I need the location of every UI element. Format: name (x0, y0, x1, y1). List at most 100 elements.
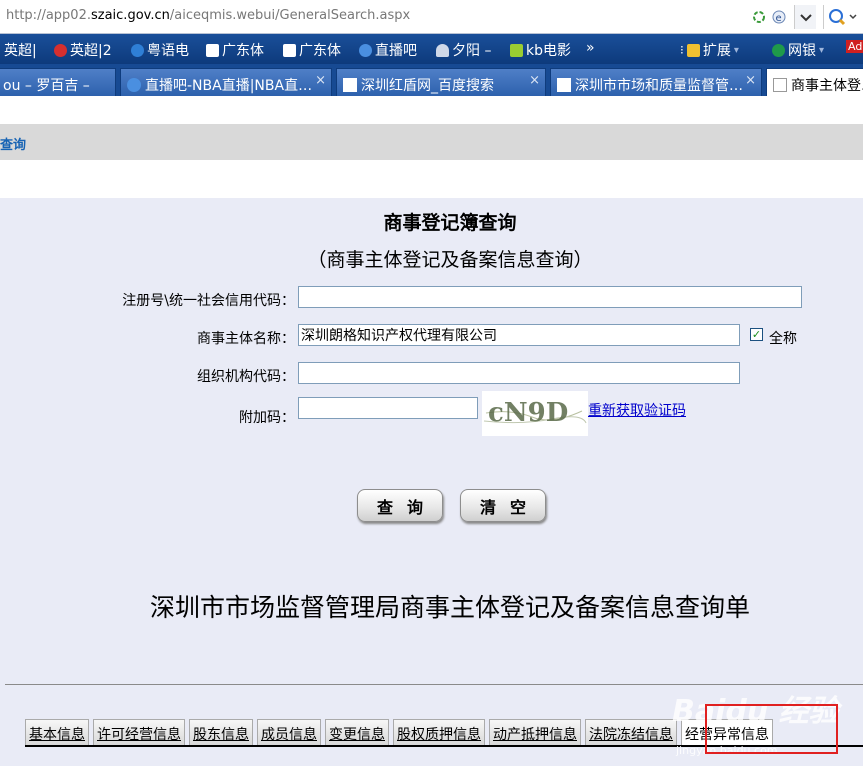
bookmark-5[interactable]: 广东体 (283, 40, 341, 60)
tab-label: 深圳红盾网_百度搜索 (361, 77, 494, 94)
bookmark-label: 夕阳 – (452, 43, 492, 59)
tab-5-active[interactable]: 商事主体登… (766, 68, 863, 96)
tab-label: 直播吧-NBA直播|NBA直… (145, 77, 313, 94)
tab-equity-pledge-info[interactable]: 股权质押信息 (393, 719, 485, 745)
tab-member-info[interactable]: 成员信息 (257, 719, 321, 745)
address-bar[interactable]: http://app02.szaic.gov.cn/aiceqmis.webui… (0, 0, 863, 34)
chevron-down-icon (800, 14, 812, 22)
film-icon (510, 43, 523, 57)
bookmark-label: 粤语电 (147, 43, 189, 59)
fullname-label: 全称 (769, 331, 797, 347)
bookmark-label: 直播吧 (375, 43, 417, 59)
tab-label: 深圳市市场和质量监督管… (575, 77, 743, 94)
url-text[interactable]: http://app02.szaic.gov.cn/aiceqmis.webui… (6, 8, 410, 23)
fullname-checkbox[interactable]: ✓ (750, 328, 763, 341)
extension-icon (686, 43, 700, 57)
url-prefix: http://app02. (6, 8, 91, 23)
caret-down-icon: ▾ (733, 44, 739, 56)
bookmark-label: 英超| (4, 43, 37, 59)
report-title: 深圳市市场监督管理局商事主体登记及备案信息查询单 (149, 593, 750, 622)
weibo-icon (54, 43, 67, 57)
breadcrumb: 查询 (0, 124, 863, 160)
headphones-icon (436, 43, 449, 57)
captcha-text: cN9D (488, 398, 568, 428)
bookmark-4[interactable]: 广东体 (206, 40, 264, 60)
tab-strip: ou – 罗百吉 – 直播吧-NBA直播|NBA直… × 深圳红盾网_百度搜索 × … (0, 64, 863, 96)
clear-button[interactable]: 清空 (460, 489, 546, 522)
org-code-label: 组织机构代码： (197, 369, 295, 385)
tab-2[interactable]: 直播吧-NBA直播|NBA直… × (120, 68, 332, 96)
bookmark-label: 扩展 (702, 43, 731, 59)
reg-number-input[interactable] (298, 286, 802, 308)
paw-icon (206, 43, 219, 57)
close-icon[interactable]: × (529, 73, 540, 88)
tab-court-freeze-info[interactable]: 法院冻结信息 (585, 719, 677, 745)
page-title: 商事登记簿查询 (383, 212, 517, 234)
extensions-button[interactable]: ⁝ 扩展 ▾ (680, 40, 739, 60)
info-tabs: 基本信息 许可经营信息 股东信息 成员信息 变更信息 股权质押信息 动产抵押信息… (25, 719, 777, 745)
company-name-label: 商事主体名称： (197, 331, 295, 347)
tab-basic-info[interactable]: 基本信息 (25, 719, 89, 745)
adblock-icon: Ad (846, 40, 863, 53)
captcha-image[interactable]: cN9D (482, 391, 588, 436)
bookmark-1[interactable]: 英超| (4, 40, 37, 60)
globe-icon (131, 43, 144, 57)
close-icon[interactable]: × (315, 73, 326, 88)
paw-icon (343, 77, 357, 92)
address-icons: e (752, 8, 786, 26)
zhibo8-icon (359, 43, 372, 57)
captcha-label: 附加码： (239, 410, 295, 426)
page-icon (773, 77, 787, 92)
grip-icon: ⁝ (680, 43, 684, 57)
more-chevron-icon: » (586, 40, 595, 56)
org-code-input[interactable] (298, 362, 740, 384)
url-domain: szaic.gov.cn (90, 8, 170, 23)
bookmark-label: 英超|2 (70, 43, 112, 59)
shield-icon (772, 43, 785, 57)
paw-icon (283, 43, 296, 57)
tab-label: 商事主体登… (791, 77, 863, 94)
tab-license-info[interactable]: 许可经营信息 (93, 719, 185, 745)
svg-text:e: e (776, 13, 782, 24)
page-subtitle: （商事主体登记及备案信息查询） (307, 249, 593, 271)
company-name-input[interactable] (298, 324, 740, 346)
search-engine-button[interactable] (823, 5, 863, 29)
bank-button[interactable]: 网银 ▾ (772, 40, 824, 60)
highlight-box (705, 704, 838, 754)
bookmark-6[interactable]: 直播吧 (359, 40, 417, 60)
bookmark-7[interactable]: 夕阳 – (436, 40, 491, 60)
reg-number-label: 注册号\统一社会信用代码： (122, 293, 295, 309)
refresh-captcha-link[interactable]: 重新获取验证码 (588, 400, 686, 420)
page-icon (557, 77, 571, 92)
bookmark-label: 广东体 (299, 43, 341, 59)
search-icon (829, 9, 857, 26)
url-path: /aiceqmis.webui/GeneralSearch.aspx (169, 8, 411, 23)
bookmark-label: 广东体 (222, 43, 264, 59)
divider (5, 684, 863, 685)
query-button[interactable]: 查询 (357, 489, 443, 522)
address-dropdown-button[interactable] (794, 5, 816, 29)
captcha-input[interactable] (298, 397, 478, 419)
adblock-button[interactable]: Ad (846, 40, 863, 53)
zhibo8-icon (127, 77, 141, 92)
tab-3[interactable]: 深圳红盾网_百度搜索 × (336, 68, 546, 96)
tab-label: ou – 罗百吉 – (3, 77, 90, 94)
bookmark-2[interactable]: 英超|2 (54, 40, 112, 60)
captcha-graphic: cN9D (482, 391, 588, 436)
tab-1[interactable]: ou – 罗百吉 – (0, 68, 116, 96)
tab-4[interactable]: 深圳市市场和质量监督管… × (550, 68, 762, 96)
page-spacer-strip (0, 160, 863, 198)
bookmark-label: 网银 (788, 43, 816, 59)
close-icon[interactable]: × (745, 73, 756, 88)
tab-shareholder-info[interactable]: 股东信息 (189, 719, 253, 745)
tab-chattel-mortgage-info[interactable]: 动产抵押信息 (489, 719, 581, 745)
loading-icon (753, 11, 765, 23)
caret-down-icon: ▾ (819, 44, 825, 56)
bookmark-3[interactable]: 粤语电 (131, 40, 189, 60)
page-header-strip (0, 96, 863, 124)
bookmarks-more-button[interactable]: » (586, 40, 595, 56)
breadcrumb-label[interactable]: 查询 (0, 134, 26, 153)
ie-compat-icon[interactable]: e (772, 10, 786, 24)
tab-change-info[interactable]: 变更信息 (325, 719, 389, 745)
bookmark-8[interactable]: kb电影 (510, 40, 571, 60)
